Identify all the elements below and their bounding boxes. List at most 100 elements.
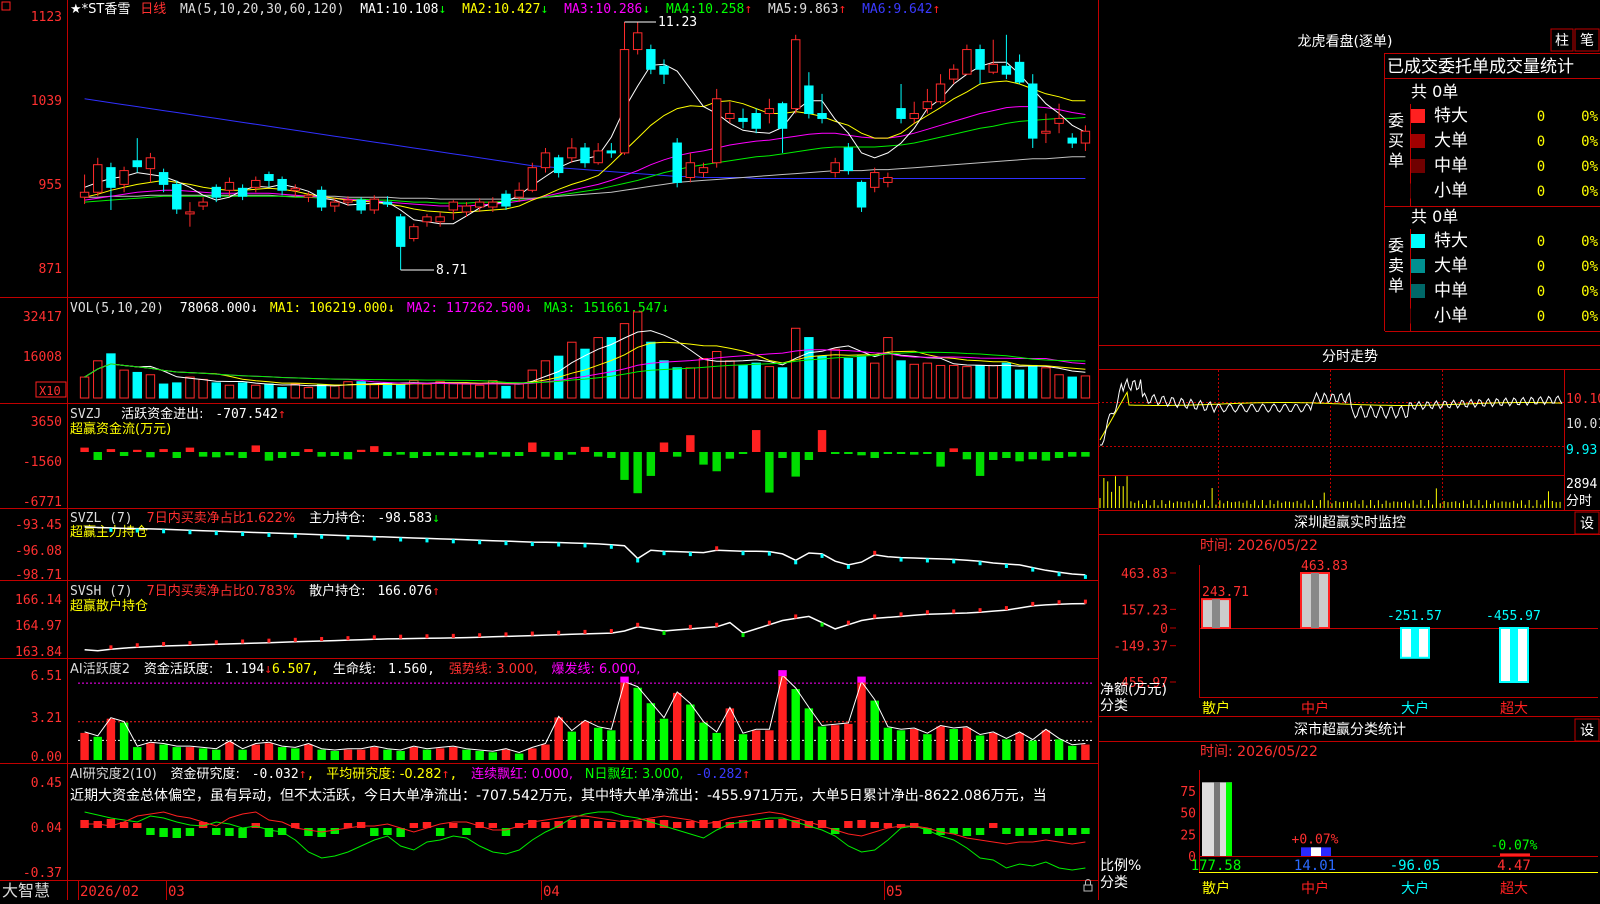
stat-pct: -0.07% (1491, 838, 1538, 853)
candle[interactable] (199, 197, 207, 210)
chart-canvas[interactable]: 1123 1039 955 871 ★*ST香雪 日线 MA(5,10,20,3… (0, 0, 1600, 900)
candle[interactable] (186, 202, 194, 227)
ai1-plot[interactable] (78, 670, 1092, 760)
flow-bar (989, 452, 997, 460)
candle[interactable] (1068, 133, 1076, 148)
candle[interactable] (857, 180, 865, 211)
candle[interactable] (712, 89, 720, 168)
candle[interactable] (936, 74, 944, 104)
candle[interactable] (146, 153, 154, 183)
candle[interactable] (278, 177, 286, 196)
candle[interactable] (502, 190, 510, 210)
candle[interactable] (660, 59, 668, 84)
candle-body (950, 69, 958, 79)
svsh-value: 166.076 (377, 584, 432, 599)
candle[interactable] (1015, 54, 1023, 84)
candle[interactable] (528, 163, 536, 193)
vol-value: 78068.000↓ (180, 301, 258, 316)
candle[interactable] (633, 22, 641, 54)
candle[interactable] (449, 200, 457, 220)
price-axis: 1123 1039 955 871 (31, 10, 62, 277)
candle[interactable] (331, 198, 339, 212)
period-label[interactable]: 日线 (140, 2, 166, 17)
candle[interactable] (581, 143, 589, 168)
candle[interactable] (831, 158, 839, 178)
candle[interactable] (897, 84, 905, 123)
candle[interactable] (1081, 125, 1089, 151)
candle[interactable] (423, 214, 431, 227)
candle-body (673, 143, 681, 182)
stock-name[interactable]: ★*ST香雪 (70, 2, 130, 17)
candle[interactable] (673, 138, 681, 187)
ai1-burst-line: 爆发线: 6.000, (552, 661, 641, 677)
stat-settings-button[interactable]: 设 (1575, 719, 1599, 741)
candle[interactable] (805, 72, 813, 118)
candle[interactable] (541, 148, 549, 173)
candle[interactable] (436, 212, 444, 227)
candle-body (765, 109, 773, 114)
candle[interactable] (1029, 74, 1037, 148)
candle[interactable] (910, 102, 918, 124)
lock-icon[interactable] (1084, 885, 1092, 891)
candle[interactable] (963, 45, 971, 75)
candle[interactable] (173, 180, 181, 213)
window-menu-icon[interactable] (2, 2, 10, 10)
candle[interactable] (607, 143, 615, 158)
candle[interactable] (620, 22, 628, 155)
svzl-plot[interactable] (85, 527, 1087, 579)
research-bar (1081, 828, 1089, 834)
candle[interactable] (396, 214, 404, 270)
candle[interactable] (515, 182, 523, 202)
activity-bar (173, 747, 181, 760)
candle[interactable] (1002, 35, 1010, 79)
volume-plot[interactable] (80, 312, 1089, 398)
svzj-plot[interactable] (80, 430, 1089, 493)
stat-chart[interactable]: 7550250177.58散户+0.07%14.01中户-96.05大户-0.0… (1180, 770, 1598, 897)
volume-bar (423, 384, 431, 398)
candle[interactable] (357, 197, 365, 214)
activity-bar (449, 747, 457, 760)
candle[interactable] (647, 45, 655, 75)
candle[interactable] (739, 109, 747, 129)
candle[interactable] (791, 35, 799, 114)
holding-tick (663, 551, 666, 555)
candle[interactable] (238, 184, 246, 200)
candle[interactable] (370, 195, 378, 214)
candle[interactable] (594, 143, 602, 165)
candle[interactable] (989, 40, 997, 74)
candle-body (699, 168, 707, 173)
ai2-plot[interactable] (80, 812, 1089, 870)
candle[interactable] (1042, 114, 1050, 144)
candle[interactable] (107, 163, 115, 210)
candle[interactable] (976, 45, 984, 84)
candle[interactable] (317, 186, 325, 211)
candle[interactable] (686, 153, 694, 183)
monitor-settings-button[interactable]: 设 (1575, 512, 1599, 534)
flow-bar (897, 452, 905, 454)
monitor-chart[interactable]: 463.83157.230-149.37-455.97243.71散户463.8… (1113, 559, 1598, 717)
candle[interactable] (1055, 104, 1063, 134)
candlestick-plot[interactable] (80, 22, 1089, 270)
candle[interactable] (568, 138, 576, 163)
candle[interactable] (778, 102, 786, 153)
candle[interactable] (871, 168, 879, 193)
candle[interactable] (726, 102, 734, 124)
candle[interactable] (752, 109, 760, 134)
candle[interactable] (844, 143, 852, 174)
candle[interactable] (923, 89, 931, 114)
candle[interactable] (950, 64, 958, 84)
ai2-tick: 0.45 (31, 776, 62, 791)
svsh-plot[interactable] (85, 600, 1087, 651)
dragon-toggle-bar-button[interactable]: 柱 (1551, 29, 1573, 51)
candle[interactable] (265, 172, 273, 188)
candle[interactable] (884, 173, 892, 188)
flow-bar (331, 452, 339, 456)
candle[interactable] (554, 155, 562, 178)
candle[interactable] (410, 224, 418, 242)
dragon-toggle-tick-button[interactable]: 笔 (1575, 29, 1599, 51)
candle[interactable] (94, 158, 102, 196)
candle[interactable] (133, 138, 141, 172)
candle[interactable] (818, 94, 826, 124)
candle[interactable] (159, 169, 167, 193)
candle[interactable] (765, 99, 773, 124)
